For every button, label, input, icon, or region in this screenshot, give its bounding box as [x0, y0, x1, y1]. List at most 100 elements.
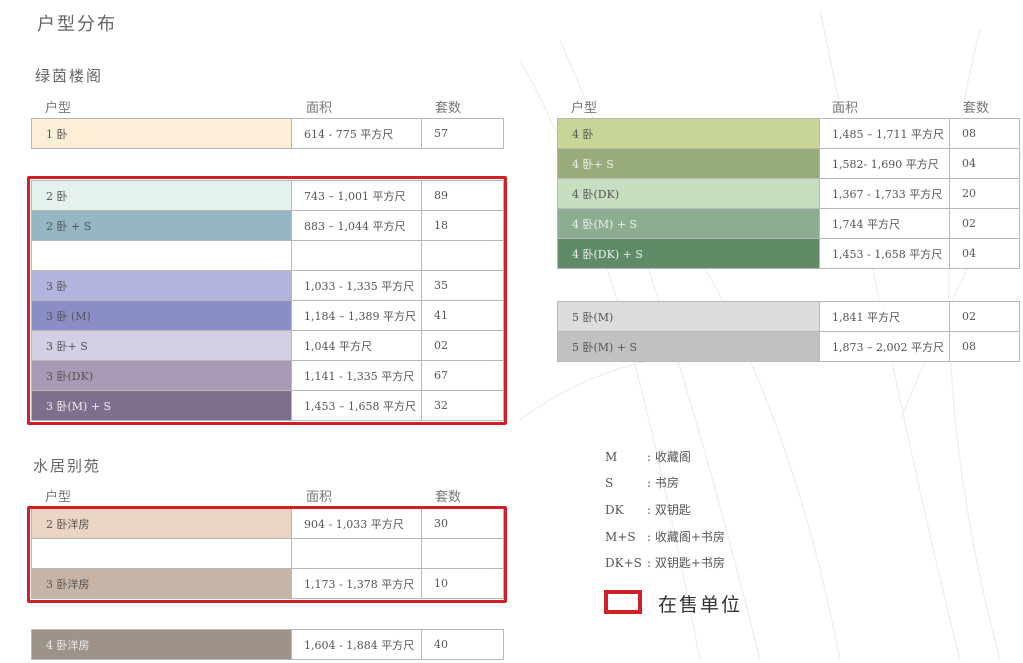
unit-area-cell: 904 - 1,033 平方尺 [291, 508, 422, 539]
unit-type-cell: 4 卧(M) + S [557, 208, 820, 239]
unit-count-cell: 02 [421, 330, 504, 361]
table-row: 3 卧洋房 1,173 - 1,378 平方尺 10 [31, 568, 504, 599]
header-count-shuiju: 套数 [435, 490, 462, 505]
on-sale-swatch [604, 590, 642, 614]
legend-desc: : 收藏阁+书房 [647, 530, 725, 544]
unit-count-cell: 40 [421, 629, 504, 660]
table-row: 1 卧 614 - 775 平方尺 57 [31, 118, 504, 149]
unit-area-cell: 1,485 – 1,711 平方尺 [819, 118, 950, 149]
unit-count-cell: 67 [421, 360, 504, 391]
unit-area-cell: 1,044 平方尺 [291, 330, 422, 361]
unit-count-cell: 04 [949, 148, 1020, 179]
unit-count-cell: 02 [949, 301, 1020, 332]
unit-area-cell: 1,033 - 1,335 平方尺 [291, 270, 422, 301]
section-title-lvyin: 绿茵楼阁 [35, 67, 104, 85]
section-title-shuiju: 水居别苑 [33, 457, 102, 475]
unit-type-cell: 4 卧(DK) [557, 178, 820, 209]
table-gap-row [31, 538, 504, 569]
table-row: 5 卧(M) + S 1,873 – 2,002 平方尺 08 [557, 331, 1020, 362]
table-row: 3 卧(DK) 1,141 - 1,335 平方尺 67 [31, 360, 504, 391]
unit-type-cell: 4 卧(DK) + S [557, 238, 820, 269]
unit-type-cell: 1 卧 [31, 118, 292, 149]
unit-area-cell: 1,141 - 1,335 平方尺 [291, 360, 422, 391]
unit-area-cell: 1,184 – 1,389 平方尺 [291, 300, 422, 331]
table-row: 4 卧洋房 1,604 - 1,884 平方尺 40 [31, 629, 504, 660]
unit-type-cell: 2 卧 [31, 180, 292, 211]
header-area-right: 面积 [832, 101, 859, 116]
header-type-right: 户型 [571, 101, 598, 116]
unit-area-cell: 614 - 775 平方尺 [291, 118, 422, 149]
table-row: 4 卧(DK) 1,367 - 1,733 平方尺 20 [557, 178, 1020, 209]
unit-type-cell: 2 卧 + S [31, 210, 292, 241]
unit-count-cell: 20 [949, 178, 1020, 209]
header-count-right: 套数 [963, 101, 990, 116]
unit-type-cell: 3 卧 [31, 270, 292, 301]
table-row: 5 卧(M) 1,841 平方尺 02 [557, 301, 1020, 332]
unit-table-shuiju-2: 4 卧洋房 1,604 - 1,884 平方尺 40 [31, 629, 504, 660]
unit-type-cell: 3 卧(DK) [31, 360, 292, 391]
unit-table-right-2: 5 卧(M) 1,841 平方尺 02 5 卧(M) + S 1,873 – 2… [557, 301, 1020, 362]
table-row: 3 卧 (M) 1,184 – 1,389 平方尺 41 [31, 300, 504, 331]
unit-type-cell: 5 卧(M) [557, 301, 820, 332]
legend-key: M+S [605, 530, 636, 544]
unit-type-cell: 4 卧+ S [557, 148, 820, 179]
legend-key: DK+S [605, 556, 642, 570]
table-row: 2 卧洋房 904 - 1,033 平方尺 30 [31, 508, 504, 539]
header-count: 套数 [435, 101, 462, 116]
table-row: 3 卧 1,033 - 1,335 平方尺 35 [31, 270, 504, 301]
unit-area-cell: 883 – 1,044 平方尺 [291, 210, 422, 241]
unit-count-cell: 57 [421, 118, 504, 149]
table-row: 2 卧 + S 883 – 1,044 平方尺 18 [31, 210, 504, 241]
table-row: 4 卧(DK) + S 1,453 - 1,658 平方尺 04 [557, 238, 1020, 269]
unit-table-right-1: 4 卧 1,485 – 1,711 平方尺 08 4 卧+ S 1,582- 1… [557, 118, 1020, 269]
legend-item: S: 书房 [605, 474, 679, 491]
table-row: 3 卧+ S 1,044 平方尺 02 [31, 330, 504, 361]
page-title: 户型分布 [37, 14, 117, 35]
table-row: 3 卧(M) + S 1,453 – 1,658 平方尺 32 [31, 390, 504, 421]
table-row: 2 卧 743 – 1,001 平方尺 89 [31, 180, 504, 211]
legend-desc: : 双钥匙 [647, 503, 691, 517]
unit-area-cell: 1,873 – 2,002 平方尺 [819, 331, 950, 362]
unit-count-cell: 02 [949, 208, 1020, 239]
unit-count-cell: 08 [949, 118, 1020, 149]
unit-count-cell: 35 [421, 270, 504, 301]
table-row: 4 卧 1,485 – 1,711 平方尺 08 [557, 118, 1020, 149]
unit-area-cell: 1,604 - 1,884 平方尺 [291, 629, 422, 660]
legend-key: DK [605, 503, 624, 517]
unit-area-cell: 1,744 平方尺 [819, 208, 950, 239]
unit-type-cell: 3 卧洋房 [31, 568, 292, 599]
unit-count-cell: 10 [421, 568, 504, 599]
unit-area-cell: 1,841 平方尺 [819, 301, 950, 332]
legend-item: M : 收藏阁 [605, 448, 691, 465]
unit-type-cell: 5 卧(M) + S [557, 331, 820, 362]
unit-table-lvyin-2: 2 卧 743 – 1,001 平方尺 89 2 卧 + S 883 – 1,0… [31, 180, 504, 421]
unit-type-cell: 4 卧洋房 [31, 629, 292, 660]
unit-area-cell: 1,453 – 1,658 平方尺 [291, 390, 422, 421]
unit-type-cell: 3 卧(M) + S [31, 390, 292, 421]
unit-count-cell: 41 [421, 300, 504, 331]
unit-count-cell: 30 [421, 508, 504, 539]
legend-desc: : 收藏阁 [647, 450, 691, 464]
on-sale-label: 在售单位 [658, 594, 743, 616]
unit-type-cell: 2 卧洋房 [31, 508, 292, 539]
unit-area-cell: 1,367 - 1,733 平方尺 [819, 178, 950, 209]
table-row: 4 卧(M) + S 1,744 平方尺 02 [557, 208, 1020, 239]
header-area-shuiju: 面积 [306, 490, 333, 505]
unit-table-lvyin-1: 1 卧 614 - 775 平方尺 57 [31, 118, 504, 149]
header-area: 面积 [306, 101, 333, 116]
header-type: 户型 [45, 101, 72, 116]
unit-area-cell: 1,582- 1,690 平方尺 [819, 148, 950, 179]
table-row: 4 卧+ S 1,582- 1,690 平方尺 04 [557, 148, 1020, 179]
legend-item: DK+S : 双钥匙+书房 [605, 554, 725, 571]
unit-count-cell: 32 [421, 390, 504, 421]
unit-type-cell: 3 卧 (M) [31, 300, 292, 331]
legend-item: DK : 双钥匙 [605, 501, 691, 518]
legend-desc: : 双钥匙+书房 [647, 556, 725, 570]
unit-area-cell: 1,173 - 1,378 平方尺 [291, 568, 422, 599]
legend-key: M [605, 450, 618, 464]
unit-count-cell: 04 [949, 238, 1020, 269]
unit-area-cell: 743 – 1,001 平方尺 [291, 180, 422, 211]
unit-count-cell: 89 [421, 180, 504, 211]
unit-count-cell: 08 [949, 331, 1020, 362]
unit-table-shuiju-1: 2 卧洋房 904 - 1,033 平方尺 30 3 卧洋房 1,173 - 1… [31, 508, 504, 599]
